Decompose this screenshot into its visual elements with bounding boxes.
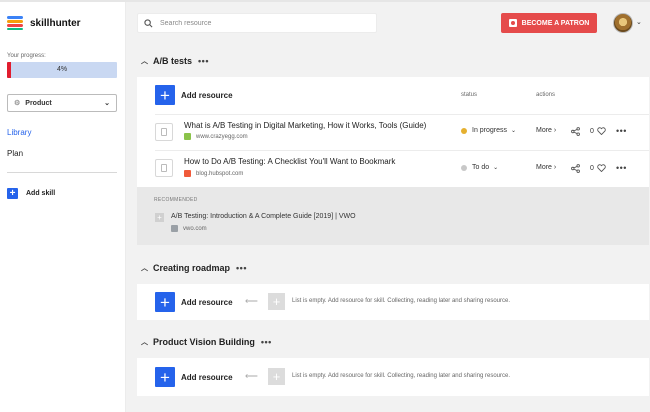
recommended-label: RECOMMENDED xyxy=(154,197,198,203)
app-name: skillhunter xyxy=(30,17,81,29)
add-skill-button[interactable]: + Add skill xyxy=(7,188,55,199)
like-count: 0 xyxy=(590,127,594,135)
progress-bar: 4% xyxy=(7,62,117,78)
skillhunter-logo-icon xyxy=(7,16,23,30)
sidebar-divider xyxy=(7,172,117,173)
become-patron-button[interactable]: BECOME A PATRON xyxy=(501,13,597,33)
section-title: Creating roadmap xyxy=(153,263,231,273)
resource-title[interactable]: What is A/B Testing in Digital Marketing… xyxy=(184,121,426,130)
empty-list-message: List is empty. Add resource for skill. C… xyxy=(292,373,510,379)
empty-plus-icon: + xyxy=(268,293,285,310)
patreon-icon xyxy=(508,19,517,27)
section-menu-icon[interactable]: ••• xyxy=(236,263,247,273)
resource-source-label: www.crazyegg.com xyxy=(196,133,248,140)
more-button[interactable]: More › xyxy=(536,164,556,171)
empty-list-message: List is empty. Add resource for skill. C… xyxy=(292,298,510,304)
chevron-down-icon: ⌄ xyxy=(104,100,110,107)
column-header-status: status xyxy=(461,92,478,98)
more-label: More xyxy=(536,164,552,171)
become-patron-label: BECOME A PATRON xyxy=(521,19,590,27)
resource-source-label: blog.hubspot.com xyxy=(196,170,244,177)
arrow-left-icon: ⟵ xyxy=(245,371,258,381)
share-icon[interactable] xyxy=(571,127,580,136)
recommended-source-label: vwo.com xyxy=(183,225,207,232)
sidebar-item-library[interactable]: Library xyxy=(7,128,31,137)
kebab-icon[interactable]: ••• xyxy=(616,163,627,173)
resource-title[interactable]: How to Do A/B Testing: A Checklist You'l… xyxy=(184,157,395,166)
row-divider xyxy=(155,114,649,115)
progress-label: Your progress: xyxy=(7,53,46,59)
more-button[interactable]: More › xyxy=(536,127,556,134)
recommended-source[interactable]: vwo.com xyxy=(171,225,207,232)
arrow-left-icon: ⟵ xyxy=(245,296,258,306)
recommended-panel: RECOMMENDED + A/B Testing: Introduction … xyxy=(137,187,649,245)
status-dot-icon xyxy=(461,127,467,134)
search-icon xyxy=(144,18,153,27)
crazyegg-favicon-icon xyxy=(184,133,191,140)
resource-source[interactable]: www.crazyegg.com xyxy=(184,133,248,140)
add-resource-button[interactable]: + xyxy=(155,367,175,387)
add-skill-label: Add skill xyxy=(26,190,56,197)
section-card-creating-roadmap: + Add resource ⟵ + List is empty. Add re… xyxy=(137,284,649,320)
section-card-product-vision: + Add resource ⟵ + List is empty. Add re… xyxy=(137,358,649,396)
more-label: More xyxy=(536,127,552,134)
heart-icon xyxy=(597,164,606,172)
recommended-title[interactable]: A/B Testing: Introduction & A Complete G… xyxy=(171,213,356,220)
heart-icon xyxy=(597,127,606,135)
vwo-favicon-icon xyxy=(171,225,178,232)
section-header-product-vision[interactable]: ︿ Product Vision Building ••• xyxy=(141,337,272,347)
chevron-up-icon[interactable]: ︿ xyxy=(141,56,148,66)
chevron-down-icon[interactable]: ⌄ xyxy=(636,18,642,26)
status-dot-icon xyxy=(461,164,467,171)
section-menu-icon[interactable]: ••• xyxy=(261,337,272,347)
empty-plus-icon: + xyxy=(268,368,285,385)
section-title: A/B tests xyxy=(153,56,193,66)
search-input[interactable] xyxy=(160,19,360,27)
status-dropdown[interactable]: In progress ⌄ xyxy=(461,127,516,134)
chevron-down-icon: ⌄ xyxy=(493,165,499,171)
row-divider xyxy=(155,150,649,151)
kebab-icon[interactable]: ••• xyxy=(616,126,627,136)
share-icon[interactable] xyxy=(571,164,580,173)
skill-select[interactable]: ⚙ Product ⌄ xyxy=(7,94,117,112)
gear-icon: ⚙ xyxy=(14,100,21,107)
add-resource-button[interactable]: + xyxy=(155,292,175,312)
resource-source[interactable]: blog.hubspot.com xyxy=(184,170,243,177)
chevron-up-icon[interactable]: ︿ xyxy=(141,263,148,273)
section-header-ab-tests[interactable]: ︿ A/B tests ••• xyxy=(141,56,209,66)
add-resource-button[interactable]: + xyxy=(155,85,175,105)
column-header-actions: actions xyxy=(536,92,556,98)
section-title: Product Vision Building xyxy=(153,337,255,347)
section-header-creating-roadmap[interactable]: ︿ Creating roadmap ••• xyxy=(141,263,247,273)
plus-icon: + xyxy=(7,188,18,199)
skill-select-value: Product xyxy=(25,99,52,107)
like-count: 0 xyxy=(590,164,594,172)
add-resource-label[interactable]: Add resource xyxy=(181,91,233,100)
add-resource-label[interactable]: Add resource xyxy=(181,298,233,307)
add-resource-label[interactable]: Add resource xyxy=(181,373,233,382)
chevron-down-icon: ⌄ xyxy=(511,128,517,134)
progress-text: 4% xyxy=(56,66,68,73)
status-label: In progress xyxy=(472,127,508,134)
status-label: To do xyxy=(472,164,490,171)
search-bar[interactable] xyxy=(137,13,377,33)
add-recommended-button[interactable]: + xyxy=(155,213,164,222)
sidebar-item-plan[interactable]: Plan xyxy=(7,149,23,158)
like-button[interactable]: 0 xyxy=(590,127,606,135)
document-icon xyxy=(155,123,173,141)
document-icon xyxy=(155,159,173,177)
avatar[interactable] xyxy=(613,13,633,33)
chevron-up-icon[interactable]: ︿ xyxy=(141,337,148,347)
app-logo[interactable]: skillhunter xyxy=(7,16,81,30)
section-menu-icon[interactable]: ••• xyxy=(198,56,209,66)
sidebar: skillhunter Your progress: 4% ⚙ Product … xyxy=(0,2,126,412)
section-card-ab-tests: + Add resource status actions What is A/… xyxy=(137,77,649,187)
status-dropdown[interactable]: To do ⌄ xyxy=(461,164,498,171)
hubspot-favicon-icon xyxy=(184,170,191,177)
like-button[interactable]: 0 xyxy=(590,164,606,172)
